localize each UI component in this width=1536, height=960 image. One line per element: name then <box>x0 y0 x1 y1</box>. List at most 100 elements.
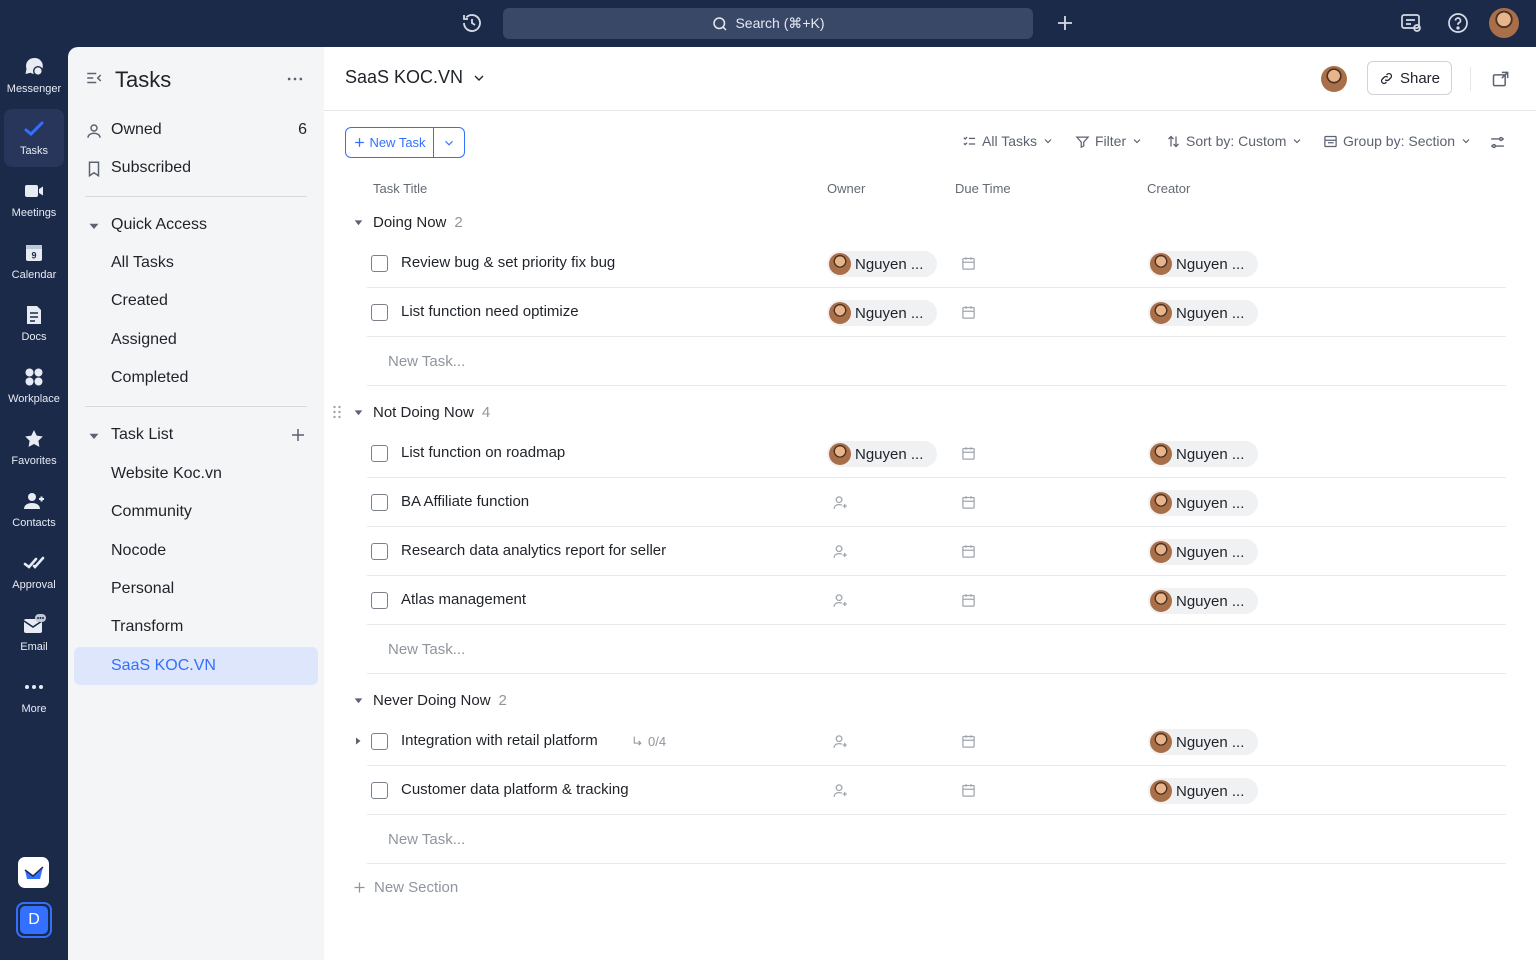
rail-item-workplace[interactable]: Workplace <box>0 357 68 415</box>
calendar-icon[interactable] <box>961 544 976 559</box>
feedback-icon[interactable] <box>1399 11 1423 35</box>
sidebar-item-completed[interactable]: Completed <box>68 359 324 397</box>
task-checkbox[interactable] <box>371 733 388 750</box>
rail-item-more[interactable]: More <box>0 667 68 725</box>
drag-handle-icon[interactable] <box>332 405 342 419</box>
user-avatar[interactable] <box>1489 8 1519 38</box>
owner-chip[interactable]: Nguyen ... <box>827 251 938 277</box>
add-owner-icon[interactable] <box>832 782 849 799</box>
rail-item-approval[interactable]: Approval <box>0 543 68 601</box>
task-list-header[interactable]: Task List <box>68 416 324 454</box>
add-owner-icon[interactable] <box>832 543 849 560</box>
new-task-row[interactable]: New Task... <box>367 815 1506 864</box>
group-dropdown[interactable]: Group by: Section <box>1323 133 1472 149</box>
search-bar[interactable]: Search (⌘+K) <box>503 8 1033 39</box>
calendar-icon[interactable] <box>961 446 976 461</box>
app-logo[interactable] <box>18 857 49 888</box>
task-row[interactable]: Customer data platform & tracking Nguyen… <box>367 766 1506 815</box>
section-header[interactable]: Not Doing Now 4 <box>352 397 490 427</box>
new-task-row[interactable]: New Task... <box>367 337 1506 386</box>
creator-chip[interactable]: Nguyen ... <box>1148 539 1259 565</box>
plus-icon[interactable] <box>1053 11 1077 35</box>
add-list-icon[interactable] <box>289 426 307 444</box>
add-owner-icon[interactable] <box>832 592 849 609</box>
list-title-dropdown[interactable]: SaaS KOC.VN <box>345 67 487 88</box>
sidebar-item-owned[interactable]: Owned 6 <box>68 111 324 149</box>
new-task-row[interactable]: New Task... <box>367 625 1506 674</box>
task-row[interactable]: BA Affiliate function Nguyen ... <box>367 478 1506 527</box>
column-header-owner[interactable]: Owner <box>827 181 865 196</box>
task-checkbox[interactable] <box>371 592 388 609</box>
rail-item-tasks[interactable]: Tasks <box>4 109 64 167</box>
task-title[interactable]: Atlas management <box>401 591 526 608</box>
filter-dropdown[interactable]: Filter <box>1075 133 1143 149</box>
open-window-icon[interactable] <box>1491 69 1511 89</box>
creator-chip[interactable]: Nguyen ... <box>1148 778 1259 804</box>
sidebar-item-list[interactable]: Personal <box>68 570 324 608</box>
task-row[interactable]: List function on roadmap Nguyen ... Nguy… <box>367 429 1506 478</box>
rail-item-email[interactable]: Email <box>0 605 68 663</box>
task-row[interactable]: Review bug & set priority fix bug Nguyen… <box>367 239 1506 288</box>
calendar-icon[interactable] <box>961 593 976 608</box>
workspace-switcher[interactable]: D <box>16 902 52 938</box>
new-task-dropdown[interactable] <box>434 128 464 157</box>
rail-item-docs[interactable]: Docs <box>0 295 68 353</box>
creator-chip[interactable]: Nguyen ... <box>1148 588 1259 614</box>
column-header-due[interactable]: Due Time <box>955 181 1011 196</box>
owner-chip[interactable]: Nguyen ... <box>827 300 938 326</box>
task-title[interactable]: BA Affiliate function <box>401 493 529 510</box>
task-title[interactable]: Review bug & set priority fix bug <box>401 254 615 271</box>
task-checkbox[interactable] <box>371 543 388 560</box>
sidebar-item-list[interactable]: Nocode <box>68 532 324 570</box>
new-section-button[interactable]: New Section <box>352 879 458 896</box>
rail-item-meetings[interactable]: Meetings <box>0 171 68 229</box>
subtask-count[interactable]: 0/4 <box>631 734 666 749</box>
task-title[interactable]: List function need optimize <box>401 303 579 320</box>
task-title[interactable]: Research data analytics report for selle… <box>401 542 666 559</box>
task-row[interactable]: List function need optimize Nguyen ... N… <box>367 288 1506 337</box>
task-title[interactable]: List function on roadmap <box>401 444 565 461</box>
rail-item-favorites[interactable]: Favorites <box>0 419 68 477</box>
quick-access-header[interactable]: Quick Access <box>68 206 324 244</box>
creator-chip[interactable]: Nguyen ... <box>1148 300 1259 326</box>
creator-chip[interactable]: Nguyen ... <box>1148 441 1259 467</box>
task-checkbox[interactable] <box>371 445 388 462</box>
history-icon[interactable] <box>460 11 484 35</box>
sidebar-item-assigned[interactable]: Assigned <box>68 321 324 359</box>
task-checkbox[interactable] <box>371 304 388 321</box>
caret-right-icon[interactable] <box>352 735 364 747</box>
settings-sliders-icon[interactable] <box>1489 134 1506 151</box>
task-row[interactable]: Atlas management Nguyen ... <box>367 576 1506 625</box>
sidebar-item-created[interactable]: Created <box>68 282 324 320</box>
task-checkbox[interactable] <box>371 782 388 799</box>
sidebar-item-list[interactable]: Community <box>68 493 324 531</box>
rail-item-messenger[interactable]: Messenger <box>0 47 68 105</box>
task-title[interactable]: Integration with retail platform <box>401 732 598 749</box>
task-checkbox[interactable] <box>371 494 388 511</box>
calendar-icon[interactable] <box>961 783 976 798</box>
sidebar-item-subscribed[interactable]: Subscribed <box>68 149 324 187</box>
collapse-sidebar-icon[interactable] <box>85 69 103 87</box>
task-row[interactable]: Research data analytics report for selle… <box>367 527 1506 576</box>
section-header[interactable]: Never Doing Now 2 <box>352 685 507 715</box>
column-header-title[interactable]: Task Title <box>373 181 427 196</box>
sidebar-item-list[interactable]: Website Koc.vn <box>68 455 324 493</box>
task-title[interactable]: Customer data platform & tracking <box>401 781 629 798</box>
task-row[interactable]: Integration with retail platform 0/4 Ngu… <box>356 717 1506 766</box>
task-checkbox[interactable] <box>371 255 388 272</box>
add-owner-icon[interactable] <box>832 733 849 750</box>
add-owner-icon[interactable] <box>832 494 849 511</box>
more-options-icon[interactable] <box>285 69 305 89</box>
section-header[interactable]: Doing Now 2 <box>352 207 463 237</box>
calendar-icon[interactable] <box>961 305 976 320</box>
sort-dropdown[interactable]: Sort by: Custom <box>1166 133 1303 149</box>
all-tasks-dropdown[interactable]: All Tasks <box>962 133 1054 149</box>
creator-chip[interactable]: Nguyen ... <box>1148 729 1259 755</box>
owner-chip[interactable]: Nguyen ... <box>827 441 938 467</box>
sidebar-item-list[interactable]: Transform <box>68 608 324 646</box>
calendar-icon[interactable] <box>961 256 976 271</box>
sidebar-item-list-selected[interactable]: SaaS KOC.VN <box>74 647 318 685</box>
share-button[interactable]: Share <box>1367 61 1452 95</box>
calendar-icon[interactable] <box>961 495 976 510</box>
new-task-button[interactable]: New Task <box>346 128 434 157</box>
